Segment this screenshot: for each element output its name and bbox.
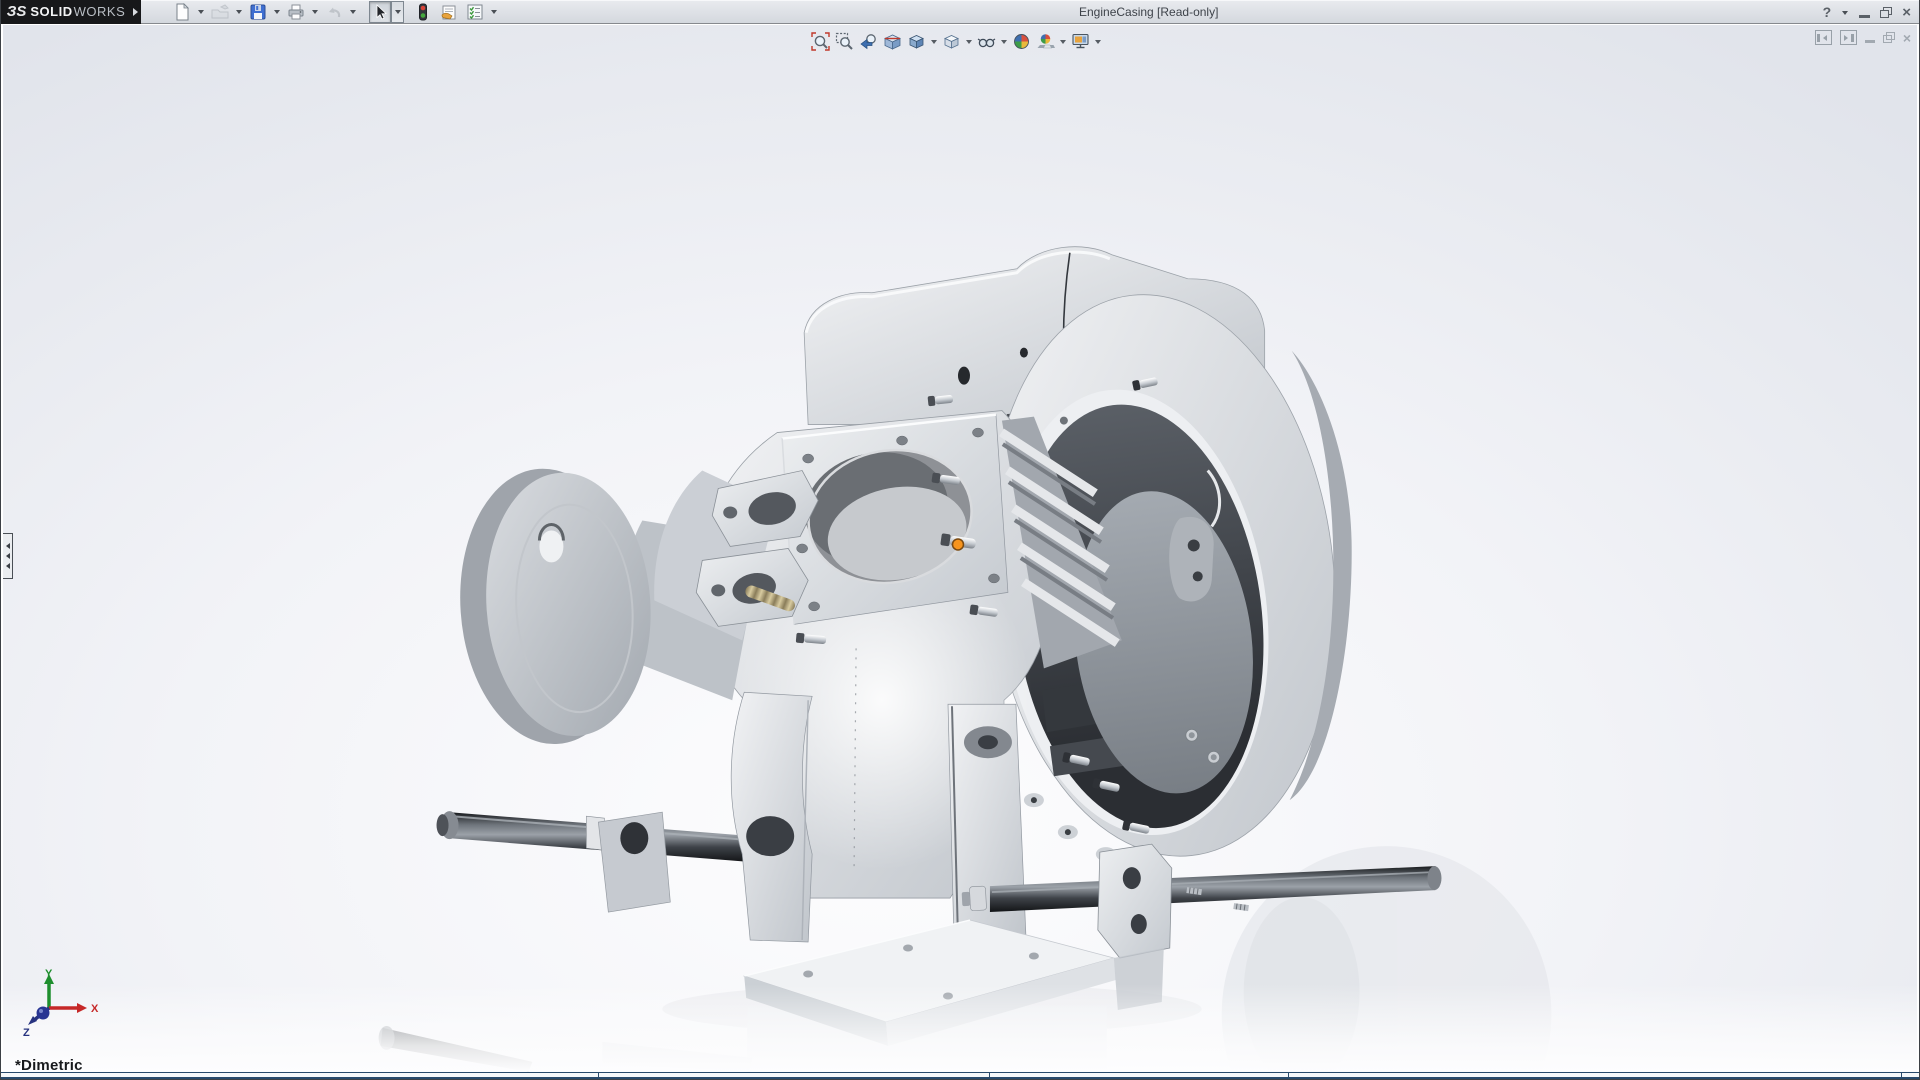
document-title: EngineCasing [Read-only]: [1079, 5, 1218, 19]
print-icon: [287, 3, 305, 21]
doc-close-button[interactable]: ×: [1903, 31, 1911, 45]
toolbar-flyout-arrow[interactable]: [131, 0, 141, 24]
open-button[interactable]: [209, 1, 231, 23]
ds-logo-glyph: ЗS: [7, 3, 27, 20]
view-settings-button[interactable]: [1068, 30, 1092, 52]
design-binder-icon: [440, 3, 458, 21]
options-checklist-icon: [466, 3, 484, 21]
flywheel-disc: [451, 463, 659, 750]
triad-x-label: X: [91, 1003, 99, 1015]
apply-scene-icon: [1036, 32, 1055, 51]
new-document-dropdown[interactable]: [193, 1, 209, 23]
display-style-button[interactable]: [939, 30, 963, 52]
triad-z-label: Z: [23, 1027, 30, 1039]
graphics-area[interactable]: × Y X Z *Dimetric: [3, 25, 1917, 1072]
edit-appearance-button[interactable]: [1009, 30, 1033, 52]
triad-y-label: Y: [45, 968, 53, 980]
window-controls: ? ×: [1823, 0, 1911, 24]
restore-button[interactable]: [1880, 7, 1892, 18]
apply-scene-dropdown[interactable]: [1057, 30, 1068, 52]
help-dropdown[interactable]: [1841, 1, 1849, 23]
axle-flange: [1098, 844, 1172, 958]
view-orientation-button[interactable]: [904, 30, 928, 52]
select-tool-button[interactable]: [369, 1, 391, 23]
select-cursor-icon: [371, 3, 389, 21]
section-view-button[interactable]: [880, 30, 904, 52]
undo-dropdown[interactable]: [345, 1, 361, 23]
document-window-controls: ×: [1815, 30, 1911, 45]
display-style-icon: [942, 32, 961, 51]
standard-toolbar: [171, 0, 502, 24]
new-document-button[interactable]: [171, 1, 193, 23]
zoom-to-area-button[interactable]: [832, 30, 856, 52]
engine-casing-model: [3, 25, 1917, 1072]
view-settings-icon: [1071, 32, 1090, 51]
previous-view-button[interactable]: [856, 30, 880, 52]
show-left-pane-button[interactable]: [1815, 30, 1832, 45]
traffic-light-icon: [414, 3, 432, 21]
display-style-dropdown[interactable]: [963, 30, 974, 52]
left-axle: [437, 811, 753, 862]
doc-minimize-button[interactable]: [1865, 40, 1875, 43]
save-icon: [249, 3, 267, 21]
design-binder-button[interactable]: [438, 1, 460, 23]
options-dropdown[interactable]: [486, 1, 502, 23]
print-dropdown[interactable]: [307, 1, 323, 23]
appearance-ball-icon: [1012, 32, 1031, 51]
view-orientation-dropdown[interactable]: [928, 30, 939, 52]
open-icon: [211, 3, 229, 21]
reference-triad: Y X Z: [9, 968, 109, 1046]
doc-restore-button[interactable]: [1883, 32, 1895, 43]
selection-point-marker[interactable]: [952, 539, 963, 550]
solidworks-logo: ЗSSOLIDWORKS: [1, 0, 131, 24]
zoom-to-fit-icon: [811, 32, 830, 51]
show-right-pane-button[interactable]: [1840, 30, 1857, 45]
apply-scene-button[interactable]: [1033, 30, 1057, 52]
titlebar: ЗSSOLIDWORKS: [1, 0, 1919, 24]
help-button[interactable]: ?: [1823, 4, 1832, 20]
new-document-icon: [173, 3, 191, 21]
undo-icon: [325, 3, 343, 21]
view-settings-dropdown[interactable]: [1092, 30, 1103, 52]
zoom-to-fit-button[interactable]: [808, 30, 832, 52]
hide-show-items-dropdown[interactable]: [998, 30, 1009, 52]
minimize-button[interactable]: [1859, 15, 1870, 18]
solidworks-window: ЗSSOLIDWORKS: [0, 0, 1920, 1080]
glasses-icon: [977, 32, 996, 51]
select-tool-dropdown[interactable]: [391, 1, 404, 23]
lower-manifold-bracket: [696, 548, 808, 626]
zoom-to-area-icon: [835, 32, 854, 51]
section-view-icon: [883, 32, 902, 51]
open-dropdown[interactable]: [231, 1, 247, 23]
options-button[interactable]: [464, 1, 486, 23]
headsup-view-toolbar: [808, 30, 1103, 52]
featuremanager-collapsed-tab[interactable]: [3, 533, 13, 579]
undo-button[interactable]: [323, 1, 345, 23]
print-button[interactable]: [285, 1, 307, 23]
previous-view-icon: [859, 32, 878, 51]
save-button[interactable]: [247, 1, 269, 23]
hide-show-items-button[interactable]: [974, 30, 998, 52]
view-orientation-icon: [907, 32, 926, 51]
view-safety-button[interactable]: [412, 1, 434, 23]
status-bar: [1, 1072, 1919, 1079]
close-button[interactable]: ×: [1902, 5, 1911, 20]
save-dropdown[interactable]: [269, 1, 285, 23]
